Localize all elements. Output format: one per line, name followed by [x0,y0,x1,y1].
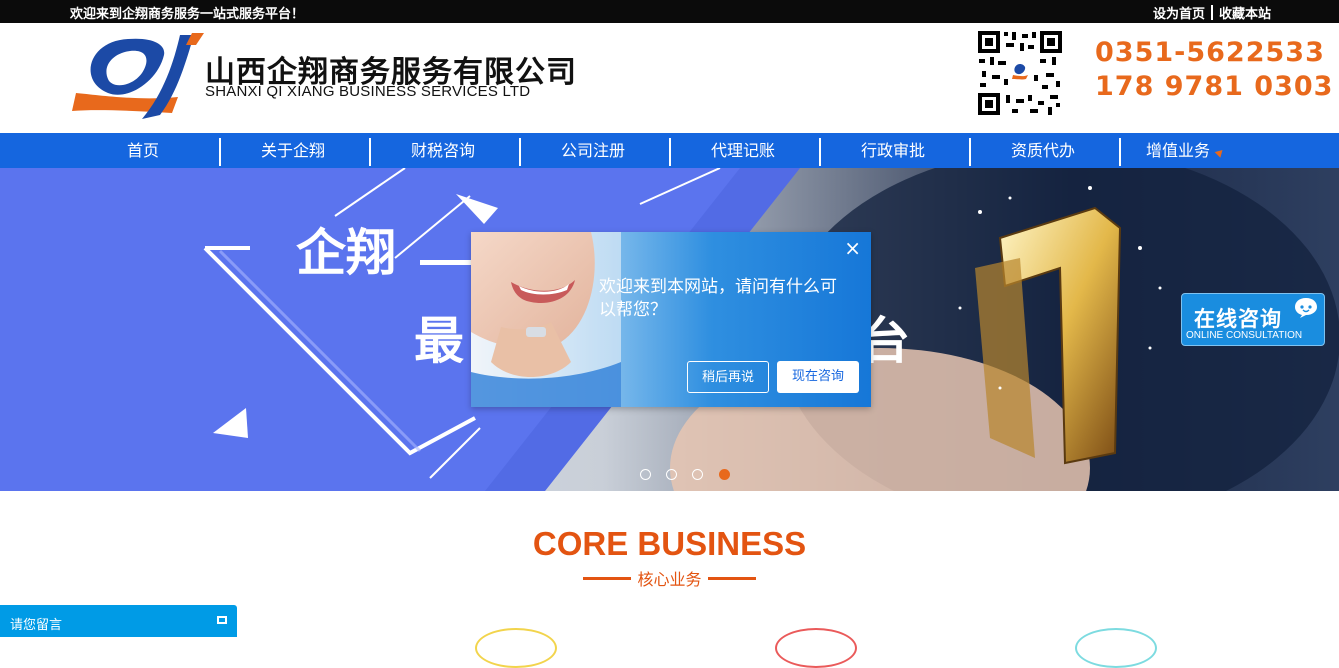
maximize-icon[interactable] [217,616,227,624]
welcome-popup: × 欢迎来到本网站，请问有什么可以帮您？ 稍后再说 现在咨询 [471,232,871,407]
company-name-en: SHANXI QI XIANG BUSINESS SERVICES LTD [205,83,531,100]
qr-code-icon [976,29,1064,117]
divider-line-right [707,577,756,580]
site-header: 山西企翔商务服务有限公司 SHANXI QI XIANG BUSINESS SE… [0,23,1339,133]
later-button[interactable]: 稍后再说 [687,361,769,393]
dropdown-caret-icon [1214,147,1226,158]
core-business-title: CORE BUSINESS [532,525,807,562]
bookmark-link[interactable]: 收藏本站 [1219,7,1271,22]
business-icon-circle-1[interactable] [475,628,557,668]
popup-close-icon[interactable]: × [844,238,861,258]
nav-item-tax-consulting[interactable]: 财税咨询 [368,133,518,168]
nav-item-about[interactable]: 关于企翔 [218,133,368,168]
consult-title: 在线咨询 [1194,307,1282,331]
leave-message-label: 请您留言 [10,618,63,633]
online-consultation-button[interactable]: 在线咨询 ONLINE CONSULTATION [1181,293,1325,346]
nav-item-value-added[interactable]: 增值业务 [1110,133,1260,168]
slider-dot-4[interactable] [719,469,730,480]
leave-message-bar[interactable]: 请您留言 [0,605,237,637]
banner-headline-2: 最 [414,312,464,370]
business-icon-circle-2[interactable] [775,628,857,668]
chat-bubble-icon [1295,298,1317,318]
nav-item-home[interactable]: 首页 [68,133,218,168]
slider-dot-2[interactable] [666,469,677,480]
top-link-divider [1210,5,1213,20]
business-icon-circle-3[interactable] [1075,628,1157,668]
nav-item-administrative-approval[interactable]: 行政审批 [818,133,968,168]
set-homepage-link[interactable]: 设为首页 [1153,7,1205,22]
consult-now-button[interactable]: 现在咨询 [777,361,859,393]
nav-item-qualification[interactable]: 资质代办 [968,133,1118,168]
phone-number-1: 0351-5622533 [1095,37,1325,68]
nav-item-company-registration[interactable]: 公司注册 [518,133,668,168]
banner-headline-1: 企翔 [296,224,396,282]
divider-line-left [583,577,632,580]
welcome-text: 欢迎来到企翔商务服务一站式服务平台！ [70,7,305,22]
phone-number-2: 178 9781 0303 [1095,71,1334,102]
slider-dot-1[interactable] [640,469,651,480]
popup-message: 欢迎来到本网站，请问有什么可以帮您？ [599,277,837,320]
nav-item-label: 增值业务 [1145,141,1210,160]
slider-dot-3[interactable] [692,469,703,480]
company-logo[interactable] [68,31,208,123]
core-subtitle-text: 核心业务 [637,570,702,589]
consult-subtitle: ONLINE CONSULTATION [1186,330,1303,341]
top-links: 设为首页 收藏本站 [1153,3,1271,22]
top-bar: 欢迎来到企翔商务服务一站式服务平台！ 设为首页 收藏本站 [0,0,1339,23]
nav-item-bookkeeping[interactable]: 代理记账 [668,133,818,168]
main-nav: 首页 关于企翔 财税咨询 公司注册 代理记账 行政审批 资质代办 增值业务 [0,133,1339,168]
core-business-subtitle: 核心业务 [0,566,1339,590]
